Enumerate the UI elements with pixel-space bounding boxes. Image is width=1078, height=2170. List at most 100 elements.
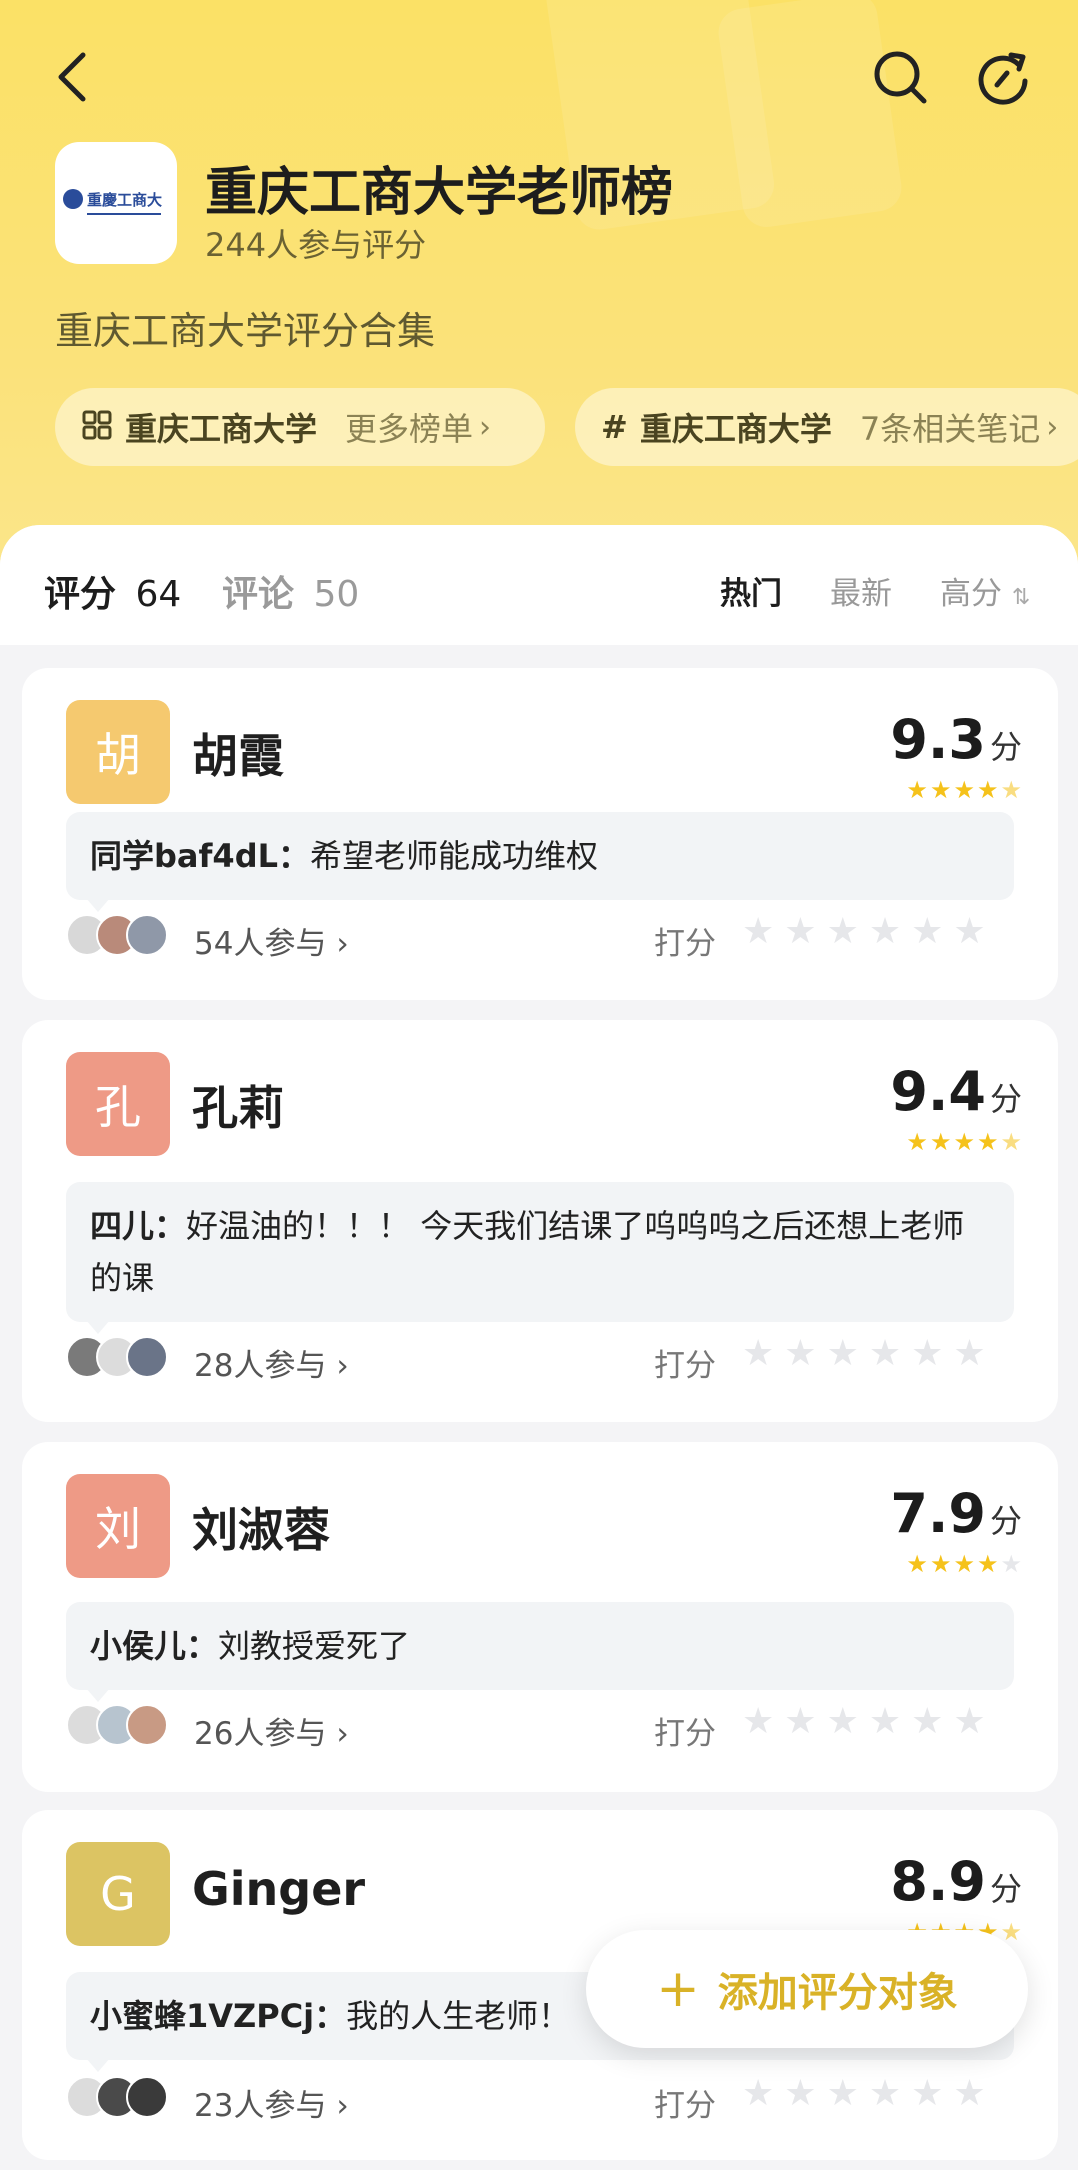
star-icon[interactable]: ★ [827,912,859,952]
star-icon[interactable]: ★ [953,1334,985,1374]
star-icon[interactable]: ★ [869,1334,901,1374]
star-icon[interactable]: ★ [742,912,774,952]
teacher-card[interactable]: 孔 孔莉 9.4 分 ★ ★ ★ ★ ★ 四儿：好温油的！！！ 今天我们结课了呜呜呜之后还… [22,1020,1058,1422]
teacher-initial-avatar: G [66,1842,170,1946]
teacher-score: 9.3 分 [890,708,1022,771]
teacher-card[interactable]: 胡 胡霞 9.3 分 ★ ★ ★ ★ ★ 同学baf4dL：希望老师能成功维权 54人参与… [22,668,1058,1000]
more-lists-chip[interactable]: 重庆工商大学 更多榜单 › [55,388,545,466]
star-icon[interactable]: ★ [827,1334,859,1374]
score-unit: 分 [989,1870,1022,1908]
score-stars: ★★★★★ [906,778,1022,802]
participant-count-link[interactable]: 23人参与 › [194,2080,349,2125]
star-icon[interactable]: ★ [911,2074,943,2114]
score-value: 9.3 [890,708,986,771]
chevron-right-icon: › [336,1716,349,1752]
teacher-name: 刘淑蓉 [192,1503,330,1557]
chevron-right-icon: › [1046,409,1059,445]
avatar [126,2076,168,2118]
star-icon[interactable]: ★ [827,1702,859,1742]
rate-stars[interactable]: ★ ★ ★ ★ ★ ★ [742,1334,986,1374]
star-icon: ★ [953,1550,975,1578]
participant-count-link[interactable]: 26人参与 › [194,1708,349,1753]
star-icon[interactable]: ★ [911,912,943,952]
sort-newest[interactable]: 最新 [830,568,892,613]
teacher-score: 9.4 分 [890,1060,1022,1123]
comment-author: 小侯儿： [90,1627,219,1665]
star-icon[interactable]: ★ [953,2074,985,2114]
rate-stars[interactable]: ★ ★ ★ ★ ★ ★ [742,1702,986,1742]
star-icon[interactable]: ★ [869,1702,901,1742]
star-icon: ★ [906,776,928,804]
top-comment[interactable]: 同学baf4dL：希望老师能成功维权 [66,812,1014,912]
star-icon[interactable]: ★ [784,1334,816,1374]
star-icon[interactable]: ★ [953,912,985,952]
chevron-right-icon: › [336,2088,349,2124]
star-icon[interactable]: ★ [784,912,816,952]
star-icon[interactable]: ★ [869,912,901,952]
star-icon: ★ [976,1128,999,1156]
sort-hot[interactable]: 热门 [720,568,782,613]
score-stars: ★★★★★ [906,1130,1022,1154]
half-star-icon: ★ [1000,776,1022,804]
comment-author: 同学baf4dL： [90,837,310,875]
tab-comments[interactable]: 评论 50 [222,565,359,617]
rate-stars[interactable]: ★ ★ ★ ★ ★ ★ [742,2074,986,2114]
plus-icon: + [656,1959,700,2019]
tab-comments-label: 评论 [222,574,295,615]
teacher-score: 7.9 分 [890,1482,1022,1545]
school-logo: 重慶工商大 [55,142,177,264]
tab-ratings[interactable]: 评分 64 [44,565,181,617]
star-icon[interactable]: ★ [742,2074,774,2114]
participant-count-text: 54人参与 [194,926,327,962]
rate-label: 打分 [654,926,716,962]
rate-label: 打分 [654,2088,716,2124]
star-icon[interactable]: ★ [784,1702,816,1742]
comment-tail [86,1688,110,1702]
participant-count-text: 28人参与 [194,1348,327,1384]
participant-count-link[interactable]: 54人参与 › [194,918,349,963]
star-icon: ★ [906,1550,928,1578]
participant-count-text: 23人参与 [194,2088,327,2124]
rate-stars[interactable]: ★ ★ ★ ★ ★ ★ [742,912,986,952]
star-icon[interactable]: ★ [742,1334,774,1374]
star-icon[interactable]: ★ [953,1702,985,1742]
chip-school-name: 重庆工商大学 [125,410,318,448]
rate-label: 打分 [654,1348,716,1384]
star-icon: ★ [953,776,975,804]
search-icon[interactable] [865,42,935,112]
score-stars: ★★★★★ [906,1552,1022,1576]
add-rating-target-button[interactable]: + 添加评分对象 [586,1930,1028,2048]
star-icon[interactable]: ★ [827,2074,859,2114]
related-notes-chip[interactable]: # 重庆工商大学 7条相关笔记 › [575,388,1078,466]
share-icon[interactable] [968,42,1038,112]
teacher-card[interactable]: 刘 刘淑蓉 7.9 分 ★ ★ ★ ★ ★ 小侯儿：刘教授爱死了 26人参与 › 打分 ★… [22,1442,1058,1792]
score-value: 7.9 [890,1482,986,1545]
comment-author: 四儿： [90,1207,187,1245]
sort-highest[interactable]: 高分 ⇅ [940,568,1030,613]
teacher-initial-avatar: 孔 [66,1052,170,1156]
comment-tail [86,898,110,912]
comment-author: 小蜜蜂1VZPCj： [90,1997,347,2035]
star-icon[interactable]: ★ [742,1702,774,1742]
chip-link-text: 7条相关笔记 [859,410,1041,448]
participant-avatars [66,1704,168,1746]
star-icon[interactable]: ★ [911,1702,943,1742]
score-unit: 分 [989,728,1022,766]
comment-text: 我的人生老师！ [346,1997,571,2035]
star-icon[interactable]: ★ [784,2074,816,2114]
teacher-name: 胡霞 [192,729,284,783]
star-icon: ★ [929,1550,952,1578]
comment-text: 好温油的！！！ 今天我们结课了呜呜呜之后还想上老师的课 [90,1207,965,1297]
star-icon[interactable]: ★ [869,2074,901,2114]
star-icon[interactable]: ★ [911,1334,943,1374]
participant-count: 244人参与评分 [205,226,427,264]
participant-count-link[interactable]: 28人参与 › [194,1340,349,1385]
star-icon: ★ [976,1550,999,1578]
back-icon[interactable] [36,42,106,112]
tab-comments-count: 50 [313,574,360,615]
score-value: 8.9 [890,1850,986,1913]
sort-highest-label: 高分 [940,576,1002,612]
top-comment[interactable]: 四儿：好温油的！！！ 今天我们结课了呜呜呜之后还想上老师的课 [66,1182,1014,1334]
top-comment[interactable]: 小侯儿：刘教授爱死了 [66,1602,1014,1702]
comment-text: 刘教授爱死了 [218,1627,411,1665]
